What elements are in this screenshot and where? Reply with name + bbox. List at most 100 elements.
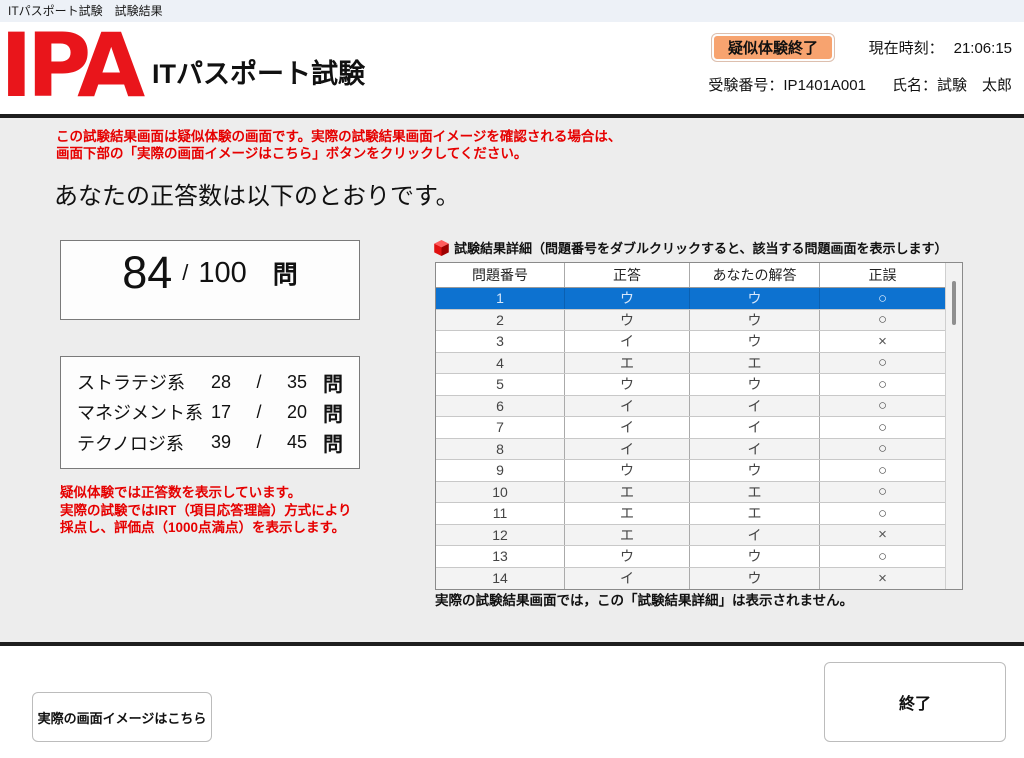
cell-question-number: 13: [436, 546, 565, 567]
category-separator: /: [256, 372, 261, 393]
cell-correct-answer: イ: [565, 331, 690, 352]
cell-your-answer: イ: [690, 417, 820, 438]
table-row[interactable]: 8イイ○: [436, 439, 945, 461]
cell-your-answer: エ: [690, 353, 820, 374]
category-name: マネジメント系: [77, 399, 211, 425]
cell-result-mark: ○: [820, 460, 945, 481]
cell-your-answer: ウ: [690, 546, 820, 567]
cell-question-number: 2: [436, 310, 565, 331]
category-score-box: ストラテジ系28/35問マネジメント系17/20問テクノロジ系39/45問: [60, 356, 360, 469]
total-count: 100: [198, 257, 246, 290]
actual-screen-image-button[interactable]: 実際の画面イメージはこちら: [32, 692, 212, 742]
table-row[interactable]: 11エエ○: [436, 503, 945, 525]
category-unit: 問: [323, 398, 343, 427]
cell-result-mark: ○: [820, 482, 945, 503]
cell-correct-answer: ウ: [565, 374, 690, 395]
cell-question-number: 7: [436, 417, 565, 438]
category-row: ストラテジ系28/35問: [77, 368, 343, 397]
cell-result-mark: ○: [820, 288, 945, 309]
status-badge: 疑似体験終了: [712, 34, 834, 61]
cell-your-answer: ウ: [690, 568, 820, 590]
category-separator: /: [256, 432, 261, 453]
cell-result-mark: ○: [820, 439, 945, 460]
table-row[interactable]: 12エイ×: [436, 525, 945, 547]
window-titlebar: ITパスポート試験 試験結果: [0, 0, 1024, 22]
category-total: 20: [287, 402, 307, 423]
table-scrollbar-thumb[interactable]: [952, 281, 956, 325]
cell-result-mark: ○: [820, 374, 945, 395]
cell-result-mark: ○: [820, 503, 945, 524]
simulation-notice: この試験結果画面は疑似体験の画面です。実際の試験結果画面イメージを確認される場合…: [56, 128, 621, 162]
cell-your-answer: ウ: [690, 310, 820, 331]
category-separator: /: [256, 402, 261, 423]
current-time-value: 21:06:15: [954, 40, 1012, 57]
current-time-label: 現在時刻：: [869, 40, 944, 57]
cell-question-number: 11: [436, 503, 565, 524]
category-correct: 39: [211, 432, 231, 453]
app-title: ITパスポート試験: [152, 52, 365, 91]
table-header-row: 問題番号正答あなたの解答正誤: [436, 263, 945, 288]
cell-question-number: 4: [436, 353, 565, 374]
score-unit: 問: [273, 255, 298, 291]
examinee-name-label: 氏名：: [892, 77, 937, 94]
cell-question-number: 6: [436, 396, 565, 417]
table-row[interactable]: 5ウウ○: [436, 374, 945, 396]
table-row[interactable]: 4エエ○: [436, 353, 945, 375]
column-header: 正答: [565, 263, 690, 287]
cell-result-mark: ○: [820, 417, 945, 438]
table-body: 1ウウ○2ウウ○3イウ×4エエ○5ウウ○6イイ○7イイ○8イイ○9ウウ○10エエ…: [436, 288, 945, 589]
category-name: テクノロジ系: [77, 430, 211, 456]
cell-correct-answer: ウ: [565, 460, 690, 481]
cell-your-answer: イ: [690, 396, 820, 417]
table-row[interactable]: 1ウウ○: [436, 288, 945, 310]
cell-correct-answer: エ: [565, 353, 690, 374]
category-correct: 17: [211, 402, 231, 423]
table-row[interactable]: 10エエ○: [436, 482, 945, 504]
cell-question-number: 5: [436, 374, 565, 395]
table-scrollbar[interactable]: [945, 263, 962, 589]
category-total: 45: [287, 432, 307, 453]
result-detail-table: 問題番号正答あなたの解答正誤 1ウウ○2ウウ○3イウ×4エエ○5ウウ○6イイ○7…: [435, 262, 963, 590]
table-row[interactable]: 2ウウ○: [436, 310, 945, 332]
cell-question-number: 14: [436, 568, 565, 590]
exit-button[interactable]: 終了: [824, 662, 1006, 742]
cell-result-mark: ○: [820, 310, 945, 331]
current-time: 現在時刻： 21:06:15: [869, 37, 1012, 58]
irt-note-line2: 実際の試験ではIRT（項目応答理論）方式により: [60, 502, 351, 520]
cell-correct-answer: イ: [565, 568, 690, 590]
detail-section-title: 試験結果詳細（問題番号をダブルクリックすると、該当する問題画面を表示します）: [434, 238, 947, 257]
simulation-notice-line1: この試験結果画面は疑似体験の画面です。実際の試験結果画面イメージを確認される場合…: [56, 128, 621, 145]
cell-question-number: 1: [436, 288, 565, 309]
examinee-info: 受験番号：IP1401A001氏名：試験 太郎: [708, 74, 1012, 95]
correct-count: 84: [122, 247, 172, 299]
cell-your-answer: ウ: [690, 331, 820, 352]
table-row[interactable]: 13ウウ○: [436, 546, 945, 568]
table-row[interactable]: 6イイ○: [436, 396, 945, 418]
cell-correct-answer: ウ: [565, 288, 690, 309]
column-header: 問題番号: [436, 263, 565, 287]
examinee-number-value: IP1401A001: [783, 77, 866, 94]
cell-result-mark: ○: [820, 396, 945, 417]
category-score: 17 / 20: [211, 402, 307, 423]
category-name: ストラテジ系: [77, 369, 211, 395]
cell-result-mark: ×: [820, 331, 945, 352]
cell-correct-answer: イ: [565, 417, 690, 438]
cell-your-answer: ウ: [690, 460, 820, 481]
cell-question-number: 9: [436, 460, 565, 481]
column-header: 正誤: [820, 263, 945, 287]
table-row[interactable]: 7イイ○: [436, 417, 945, 439]
result-detail-grid: 問題番号正答あなたの解答正誤 1ウウ○2ウウ○3イウ×4エエ○5ウウ○6イイ○7…: [436, 263, 945, 589]
app-window: ITパスポート試験 試験結果 IPA ITパスポート試験 疑似体験終了 現在時刻…: [0, 0, 1024, 758]
cell-correct-answer: エ: [565, 482, 690, 503]
table-row[interactable]: 14イウ×: [436, 568, 945, 590]
cell-your-answer: イ: [690, 439, 820, 460]
detail-footnote: 実際の試験結果画面では，この「試験結果詳細」は表示されません。: [435, 589, 853, 609]
category-total: 35: [287, 372, 307, 393]
examinee-name-value: 試験 太郎: [937, 77, 1012, 94]
table-row[interactable]: 9ウウ○: [436, 460, 945, 482]
score-separator: /: [182, 260, 188, 286]
cell-your-answer: ウ: [690, 374, 820, 395]
table-row[interactable]: 3イウ×: [436, 331, 945, 353]
header: IPA ITパスポート試験 疑似体験終了 現在時刻：21:06:15 受験番号：…: [0, 22, 1024, 114]
total-score-box: 84 / 100 問: [60, 240, 360, 320]
